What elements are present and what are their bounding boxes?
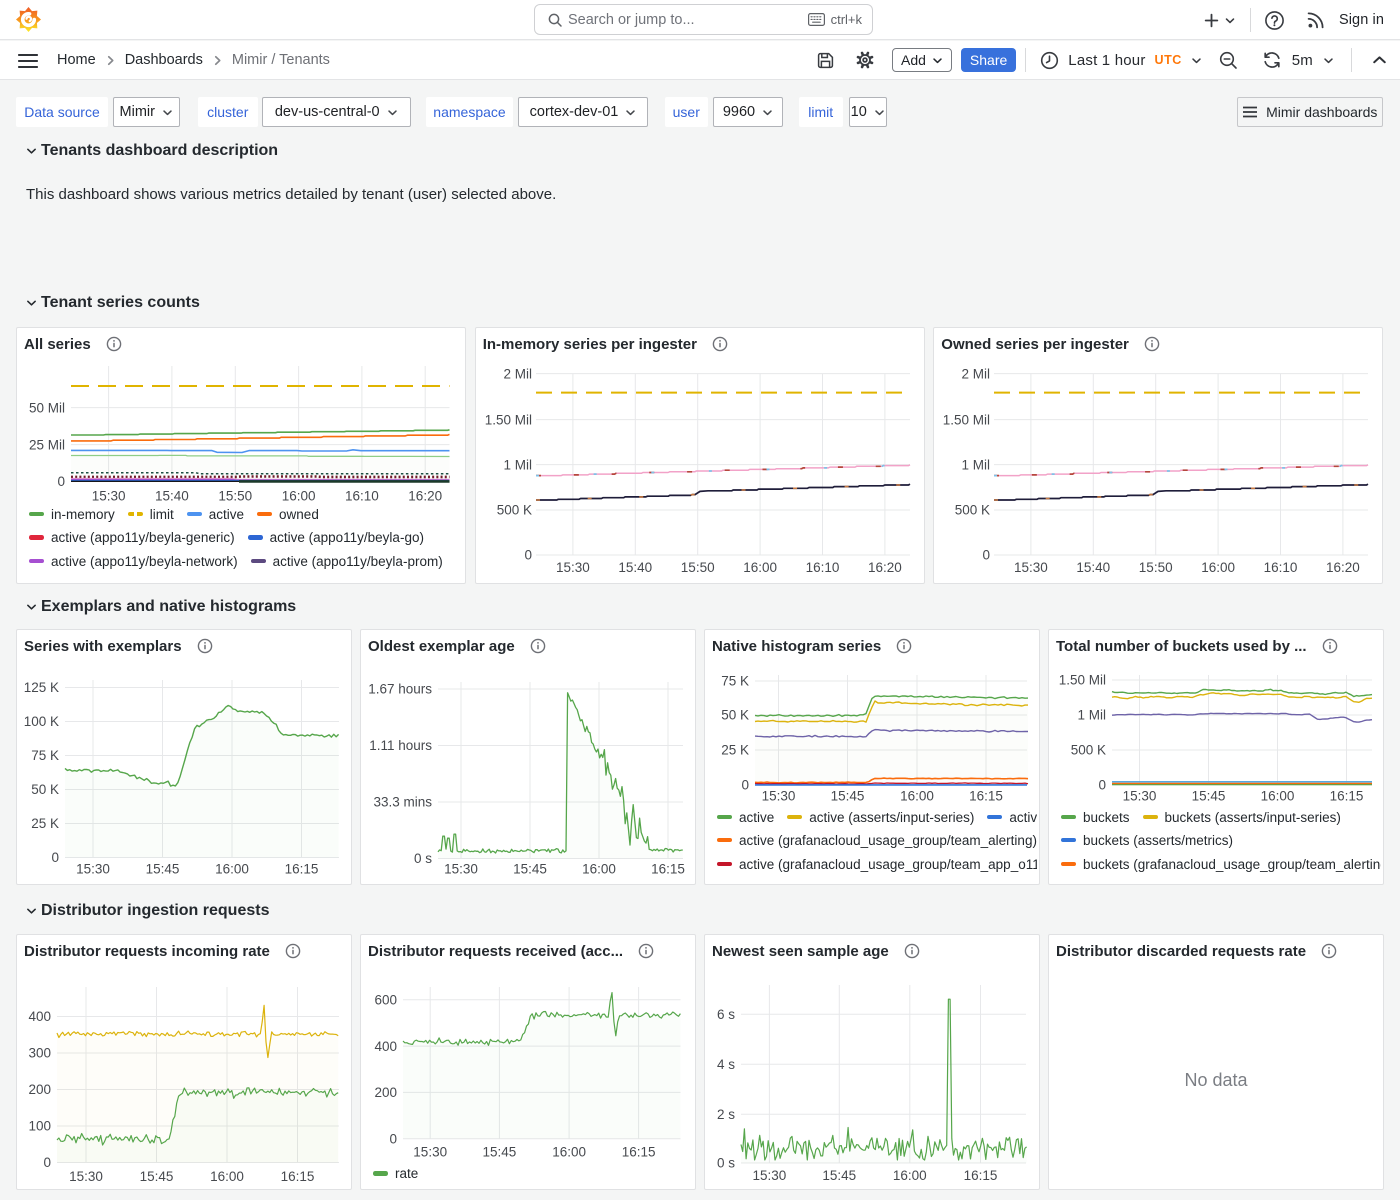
svg-text:1.50 Mil: 1.50 Mil — [943, 412, 990, 427]
svg-text:50 K: 50 K — [721, 708, 749, 723]
svg-text:0 s: 0 s — [717, 1156, 735, 1171]
svg-text:200: 200 — [374, 1085, 397, 1100]
svg-text:16:00: 16:00 — [743, 560, 777, 575]
svg-text:15:40: 15:40 — [155, 489, 189, 504]
svg-text:1.11 hours: 1.11 hours — [369, 738, 432, 753]
svg-text:0 s: 0 s — [414, 851, 432, 866]
svg-text:15:30: 15:30 — [1123, 789, 1157, 804]
svg-text:16:15: 16:15 — [964, 1168, 998, 1183]
svg-text:25 K: 25 K — [31, 816, 59, 831]
svg-text:16:20: 16:20 — [868, 560, 902, 575]
svg-text:15:50: 15:50 — [1139, 560, 1173, 575]
svg-text:33.3 mins: 33.3 mins — [373, 795, 432, 810]
svg-text:15:50: 15:50 — [680, 560, 714, 575]
svg-text:400: 400 — [28, 1009, 51, 1024]
svg-text:16:10: 16:10 — [805, 560, 839, 575]
svg-text:16:10: 16:10 — [345, 489, 379, 504]
svg-text:0: 0 — [389, 1131, 397, 1146]
svg-text:75 K: 75 K — [31, 748, 59, 763]
svg-text:600: 600 — [374, 993, 397, 1008]
svg-text:4 s: 4 s — [717, 1057, 735, 1072]
svg-text:2 s: 2 s — [717, 1107, 735, 1122]
svg-text:16:15: 16:15 — [969, 789, 1003, 804]
svg-text:16:15: 16:15 — [1330, 789, 1364, 804]
svg-text:15:45: 15:45 — [1192, 789, 1226, 804]
svg-text:200: 200 — [28, 1082, 51, 1097]
svg-text:15:30: 15:30 — [556, 560, 590, 575]
svg-text:15:40: 15:40 — [618, 560, 652, 575]
svg-text:1 Mil: 1 Mil — [503, 457, 532, 472]
svg-text:0: 0 — [57, 474, 65, 489]
svg-text:16:20: 16:20 — [408, 489, 442, 504]
svg-text:15:30: 15:30 — [753, 1168, 787, 1183]
svg-text:500 K: 500 K — [955, 503, 990, 518]
svg-text:100: 100 — [28, 1119, 51, 1134]
svg-text:6 s: 6 s — [717, 1007, 735, 1022]
svg-text:15:45: 15:45 — [146, 862, 180, 877]
svg-text:16:15: 16:15 — [651, 862, 685, 877]
svg-text:75 K: 75 K — [721, 674, 749, 689]
svg-text:15:30: 15:30 — [76, 862, 110, 877]
svg-text:16:00: 16:00 — [282, 489, 316, 504]
svg-text:15:50: 15:50 — [218, 489, 252, 504]
svg-text:16:15: 16:15 — [281, 1169, 315, 1184]
svg-text:0: 0 — [524, 548, 532, 563]
svg-text:16:00: 16:00 — [900, 789, 934, 804]
svg-text:125 K: 125 K — [24, 680, 59, 695]
svg-text:16:00: 16:00 — [1201, 560, 1235, 575]
svg-text:15:30: 15:30 — [762, 789, 796, 804]
svg-text:2 Mil: 2 Mil — [503, 366, 532, 381]
svg-text:15:30: 15:30 — [1014, 560, 1048, 575]
svg-text:16:15: 16:15 — [622, 1145, 656, 1160]
svg-text:300: 300 — [28, 1046, 51, 1061]
svg-text:15:30: 15:30 — [413, 1145, 447, 1160]
svg-text:0: 0 — [43, 1155, 51, 1170]
svg-text:16:00: 16:00 — [1261, 789, 1295, 804]
svg-text:1 Mil: 1 Mil — [1077, 708, 1106, 723]
svg-text:1 Mil: 1 Mil — [962, 457, 991, 472]
svg-text:1.67 hours: 1.67 hours — [368, 682, 432, 697]
svg-text:1.50 Mil: 1.50 Mil — [484, 412, 531, 427]
svg-text:500 K: 500 K — [496, 503, 531, 518]
svg-text:1.50 Mil: 1.50 Mil — [1059, 673, 1106, 688]
svg-text:2 Mil: 2 Mil — [962, 366, 991, 381]
svg-text:16:00: 16:00 — [582, 862, 616, 877]
svg-text:50 Mil: 50 Mil — [29, 400, 65, 415]
svg-text:15:30: 15:30 — [69, 1169, 103, 1184]
svg-text:400: 400 — [374, 1039, 397, 1054]
svg-text:15:30: 15:30 — [92, 489, 126, 504]
svg-text:15:40: 15:40 — [1077, 560, 1111, 575]
svg-text:25 Mil: 25 Mil — [29, 437, 65, 452]
svg-text:50 K: 50 K — [31, 782, 59, 797]
svg-text:15:45: 15:45 — [822, 1168, 856, 1183]
svg-text:16:10: 16:10 — [1264, 560, 1298, 575]
svg-text:15:45: 15:45 — [140, 1169, 174, 1184]
svg-text:0: 0 — [983, 548, 991, 563]
svg-text:16:15: 16:15 — [285, 862, 319, 877]
svg-text:500 K: 500 K — [1071, 743, 1106, 758]
svg-text:16:00: 16:00 — [210, 1169, 244, 1184]
svg-text:100 K: 100 K — [24, 714, 59, 729]
svg-text:16:00: 16:00 — [552, 1145, 586, 1160]
svg-text:0: 0 — [741, 778, 749, 793]
svg-text:0: 0 — [1098, 778, 1106, 793]
svg-text:15:45: 15:45 — [513, 862, 547, 877]
svg-text:15:30: 15:30 — [444, 862, 478, 877]
svg-text:25 K: 25 K — [721, 743, 749, 758]
svg-text:15:45: 15:45 — [831, 789, 865, 804]
svg-text:16:00: 16:00 — [893, 1168, 927, 1183]
svg-text:16:00: 16:00 — [215, 862, 249, 877]
svg-text:16:20: 16:20 — [1326, 560, 1360, 575]
svg-text:15:45: 15:45 — [483, 1145, 517, 1160]
svg-text:0: 0 — [51, 850, 59, 865]
